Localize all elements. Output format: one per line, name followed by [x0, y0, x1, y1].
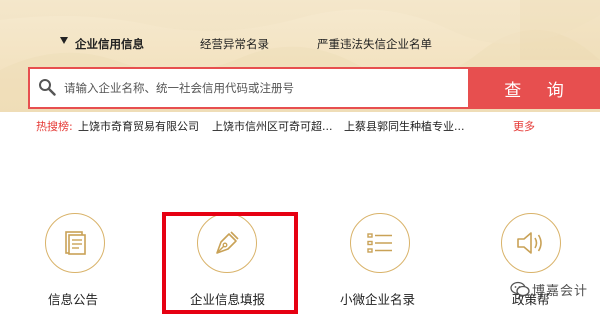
tab-serious-violation-list[interactable]: 严重违法失信企业名单 [317, 36, 432, 52]
hot-search-item[interactable]: 上饶市信州区可奇可超... [212, 118, 333, 134]
search-icon [39, 79, 56, 96]
hot-search-label: 热搜榜: [36, 120, 73, 133]
hot-search-row: 热搜榜: 上饶市奇育贸易有限公司 上饶市信州区可奇可超... 上蔡县郭同生种植专… [0, 118, 600, 134]
active-tab-arrow-icon [60, 37, 68, 44]
document-icon [65, 231, 86, 255]
hot-search-more-link[interactable]: 更多 [513, 118, 535, 134]
feature-label: 小微企业名录 [340, 292, 416, 307]
wechat-icon [510, 281, 530, 297]
tab-credit-info[interactable]: 企业信用信息 [75, 36, 144, 52]
tab-abnormal-list[interactable]: 经营异常名录 [200, 36, 269, 52]
search-input[interactable] [64, 79, 444, 97]
hot-search-item[interactable]: 上饶市奇育贸易有限公司 [78, 118, 199, 134]
list-icon [367, 233, 392, 253]
hot-search-item[interactable]: 上蔡县郭同生种植专业... [344, 118, 465, 134]
feature-label: 信息公告 [48, 292, 99, 307]
highlight-box [162, 212, 298, 314]
watermark-text: 博嘉会计 [532, 284, 589, 299]
search-button[interactable]: 查 询 [468, 67, 600, 109]
speaker-icon [517, 232, 542, 254]
